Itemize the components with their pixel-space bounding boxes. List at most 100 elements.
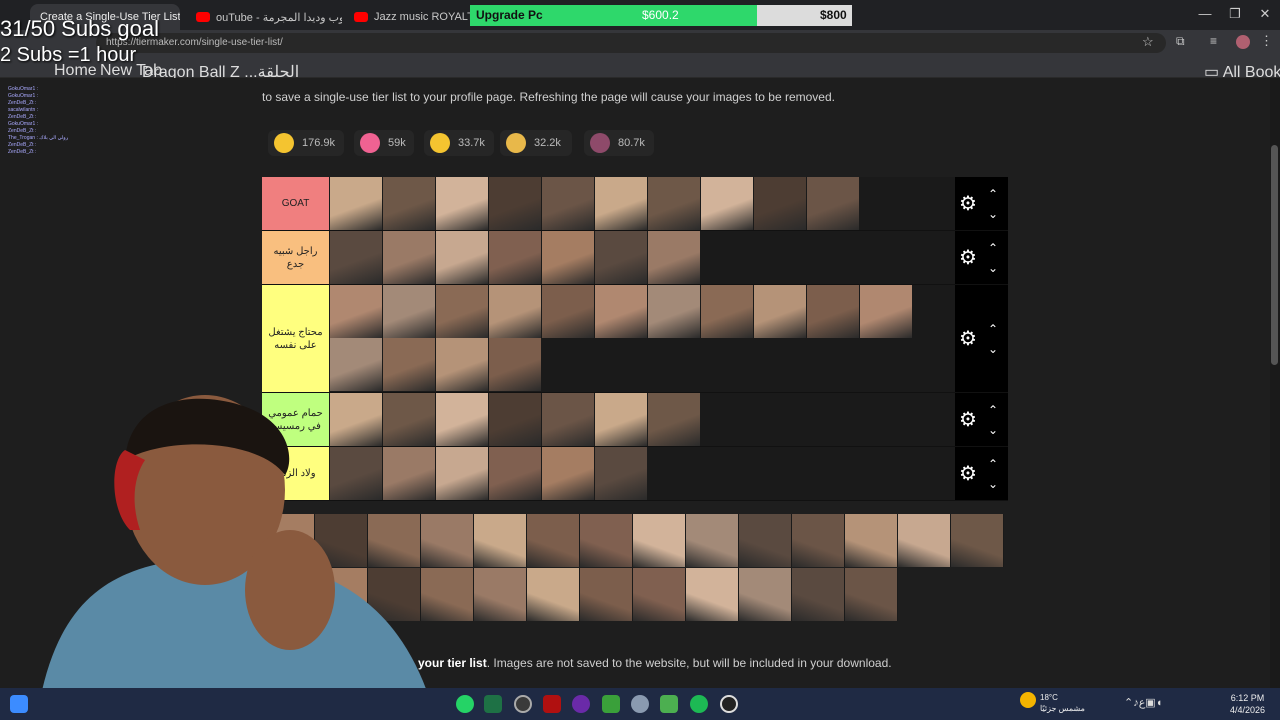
chevron-up-icon[interactable]: ⌃ (988, 454, 998, 474)
tier-image[interactable] (489, 231, 542, 284)
tier-image[interactable] (542, 393, 595, 446)
reaction-button[interactable]: 80.7k (584, 130, 654, 156)
excel-icon[interactable] (484, 695, 502, 713)
tier-image[interactable] (383, 177, 436, 230)
gear-icon[interactable]: ⚙ (959, 461, 977, 486)
extensions-icon[interactable]: ⧉ (1176, 34, 1185, 49)
whatsapp-icon[interactable] (456, 695, 474, 713)
tier-image[interactable] (330, 177, 383, 230)
tier-image[interactable] (542, 231, 595, 284)
pool-image[interactable] (845, 514, 898, 567)
tab-jazz[interactable]: Jazz music ROYALTY FREE Bac (344, 4, 470, 30)
tier-image[interactable] (595, 447, 648, 500)
gear-icon[interactable]: ⚙ (959, 245, 977, 270)
close-window-button[interactable]: ✕ (1250, 6, 1280, 22)
pool-image[interactable] (739, 568, 792, 621)
gear-icon[interactable]: ⚙ (959, 191, 977, 216)
tier-image[interactable] (595, 177, 648, 230)
tier-image[interactable] (330, 231, 383, 284)
pool-image[interactable] (580, 568, 633, 621)
media-player-icon[interactable] (720, 695, 738, 713)
pool-image[interactable] (633, 514, 686, 567)
tier-image[interactable] (807, 177, 860, 230)
tier-image[interactable] (648, 231, 701, 284)
chevron-up-icon[interactable]: ⌃ (1124, 697, 1133, 709)
chevron-down-icon[interactable]: ⌄ (988, 204, 998, 224)
tier-image[interactable] (648, 285, 701, 338)
pool-image[interactable] (633, 568, 686, 621)
tier-image[interactable] (436, 393, 489, 446)
tier-image[interactable] (330, 285, 383, 338)
tier-image[interactable] (701, 285, 754, 338)
scrollbar-thumb[interactable] (1271, 145, 1278, 365)
pool-image[interactable] (580, 514, 633, 567)
menu-list-icon[interactable]: ≡ (1210, 34, 1217, 48)
pool-image[interactable] (527, 568, 580, 621)
acrobat-icon[interactable] (543, 695, 561, 713)
tier-image[interactable] (436, 447, 489, 500)
tier-image[interactable] (701, 177, 754, 230)
reaction-button[interactable]: 32.2k (500, 130, 572, 156)
network-icon[interactable]: ▣ (1145, 697, 1155, 709)
tier-image[interactable] (489, 338, 542, 391)
pool-image[interactable] (898, 514, 951, 567)
tier-image[interactable] (383, 285, 436, 338)
reaction-button[interactable]: 59k (354, 130, 414, 156)
more-icon[interactable]: ⋮ (1260, 33, 1273, 49)
tier-image[interactable] (436, 231, 489, 284)
tier-image[interactable] (595, 393, 648, 446)
tier-image[interactable] (542, 285, 595, 338)
tier-image[interactable] (648, 177, 701, 230)
star-icon[interactable]: ☆ (1142, 34, 1154, 50)
tier-image[interactable] (436, 338, 489, 391)
pool-image[interactable] (792, 568, 845, 621)
chevron-up-icon[interactable]: ⌃ (988, 400, 998, 420)
minecraft-icon[interactable] (602, 695, 620, 713)
tier-image[interactable] (542, 447, 595, 500)
pool-image[interactable] (686, 568, 739, 621)
obs-icon[interactable] (514, 695, 532, 713)
maximize-button[interactable]: ❐ (1220, 6, 1250, 22)
pool-image[interactable] (792, 514, 845, 567)
chevron-up-icon[interactable]: ⌃ (988, 184, 998, 204)
tier-image[interactable] (489, 285, 542, 338)
tier-image[interactable] (489, 177, 542, 230)
tier-image[interactable] (489, 447, 542, 500)
clock[interactable]: 6:12 PM 4/4/2026 (1230, 692, 1265, 716)
tab-youtube[interactable]: ouTube - إيستيوب وديدا المجرمة (186, 4, 342, 30)
settings-icon[interactable] (631, 695, 649, 713)
profile-avatar[interactable] (1236, 35, 1250, 49)
notepad-icon[interactable] (660, 695, 678, 713)
chevron-down-icon[interactable]: ⌄ (988, 258, 998, 278)
tier-label[interactable]: راجل شبيه جدع (262, 231, 329, 284)
tier-image[interactable] (595, 285, 648, 338)
tier-image[interactable] (754, 285, 807, 338)
tier-image[interactable] (860, 285, 913, 338)
gear-icon[interactable]: ⚙ (959, 326, 977, 351)
tier-image[interactable] (542, 177, 595, 230)
chevron-up-icon[interactable]: ⌃ (988, 238, 998, 258)
reaction-button[interactable]: 176.9k (268, 130, 344, 156)
gear-icon[interactable]: ⚙ (959, 407, 977, 432)
tier-image[interactable] (436, 285, 489, 338)
url-field[interactable]: https://tiermaker.com/single-use-tier-li… (96, 33, 1166, 53)
volume-icon[interactable]: ◖ (1156, 697, 1163, 709)
chevron-down-icon[interactable]: ⌄ (988, 339, 998, 359)
tier-image[interactable] (383, 231, 436, 284)
chevron-up-icon[interactable]: ⌃ (988, 319, 998, 339)
pool-image[interactable] (527, 514, 580, 567)
spotify-icon[interactable] (690, 695, 708, 713)
pool-image[interactable] (845, 568, 898, 621)
tier-image[interactable] (595, 231, 648, 284)
weather-widget[interactable]: 18°C مشمس جزئيًا (1040, 692, 1085, 714)
reaction-button[interactable]: 33.7k (424, 130, 494, 156)
tier-image[interactable] (489, 393, 542, 446)
app-icon[interactable] (572, 695, 590, 713)
tier-image[interactable] (754, 177, 807, 230)
start-icon[interactable] (10, 695, 28, 713)
system-tray[interactable]: ⌃♪ع▣◖ (1124, 696, 1162, 709)
tier-image[interactable] (807, 285, 860, 338)
pool-image[interactable] (951, 514, 1004, 567)
pool-image[interactable] (474, 568, 527, 621)
pool-image[interactable] (739, 514, 792, 567)
